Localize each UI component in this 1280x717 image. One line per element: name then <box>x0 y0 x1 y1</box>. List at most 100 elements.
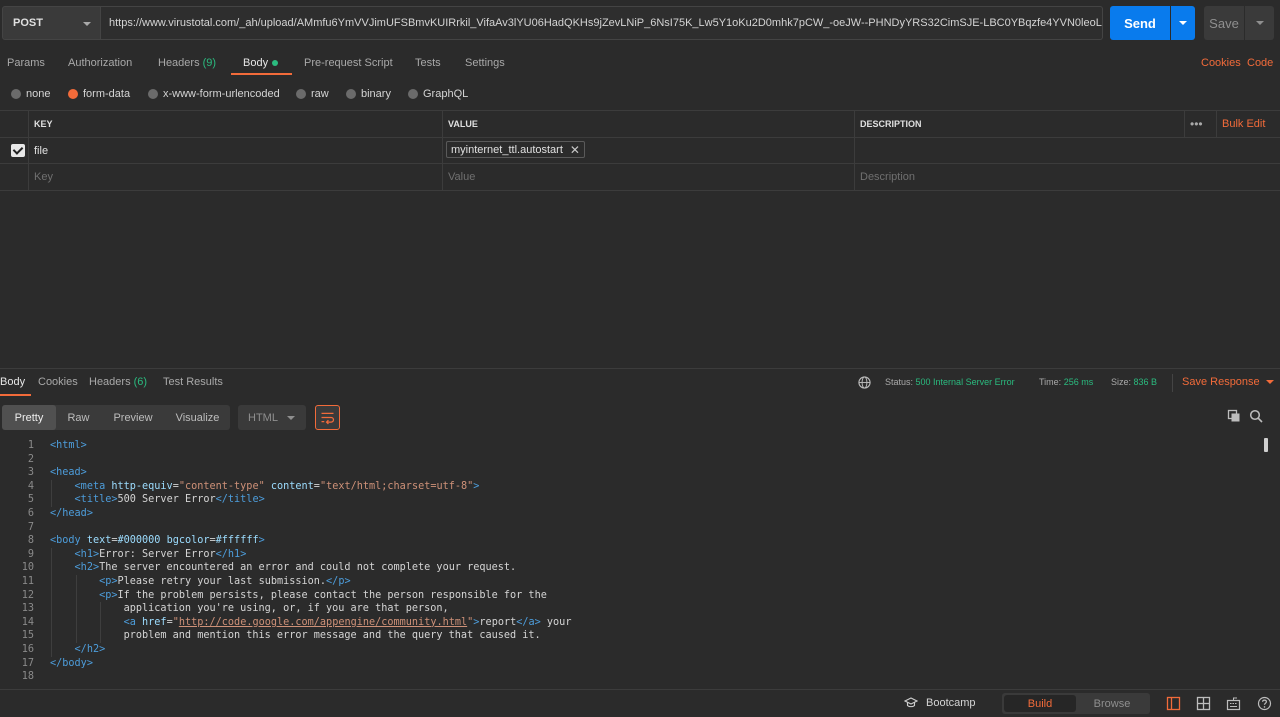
send-button[interactable]: Send <box>1110 6 1170 40</box>
line-number: 4 <box>27 480 34 492</box>
radio-binary-label: binary <box>361 88 391 100</box>
radio-icon <box>11 89 21 99</box>
column-description-header: DESCRIPTION <box>854 111 1184 137</box>
method-label: POST <box>13 17 43 29</box>
tab-headers-label: Headers <box>158 57 200 69</box>
code-text: application you're using, or, if you are… <box>50 603 449 615</box>
radio-graphql[interactable]: GraphQL <box>408 87 468 101</box>
response-tab-body[interactable]: Body <box>0 376 25 390</box>
status-value: 500 Internal Server Error <box>915 377 1015 387</box>
language-label: HTML <box>248 411 278 424</box>
code-text: </body> <box>50 657 93 669</box>
method-select[interactable]: POST <box>2 6 101 40</box>
line-number: 12 <box>21 589 34 601</box>
radio-icon <box>346 89 356 99</box>
body-modified-dot-icon <box>272 60 279 67</box>
code-text: <title>500 Server Error</title> <box>74 494 265 506</box>
bootcamp-icon <box>904 697 918 708</box>
language-select[interactable]: HTML <box>238 405 306 430</box>
send-options-chevron-icon[interactable] <box>1171 6 1195 40</box>
remove-file-icon[interactable]: ✕ <box>570 143 580 157</box>
time-value: 256 ms <box>1063 377 1094 387</box>
tab-headers[interactable]: Headers (9) <box>158 56 216 76</box>
scrollbar[interactable] <box>1264 438 1268 452</box>
code-text: <h1>Error: Server Error</h1> <box>74 548 247 560</box>
key-placeholder[interactable]: Key <box>28 164 442 190</box>
two-pane-icon[interactable] <box>1166 696 1181 711</box>
tab-tests[interactable]: Tests <box>415 56 441 76</box>
line-number: 10 <box>21 562 34 574</box>
code-text: problem and mention this error message a… <box>50 630 541 642</box>
radio-none[interactable]: none <box>11 87 50 101</box>
code-link[interactable]: Code <box>1247 56 1273 76</box>
column-key-header: KEY <box>28 111 442 137</box>
code-text: <p>If the problem persists, please conta… <box>99 589 547 601</box>
response-code-view[interactable]: 1 <html> 2 3 <head> 4 <meta http-equiv="conte… <box>0 437 1262 687</box>
chevron-down-icon <box>83 22 91 26</box>
line-number: 16 <box>21 644 34 655</box>
radio-form-data-label: form-data <box>83 88 131 100</box>
response-tab-headers[interactable]: Headers (6) <box>89 376 147 390</box>
file-name: myinternet_ttl.autostart <box>451 143 563 156</box>
indent-guide <box>51 479 52 507</box>
chevron-down-icon <box>1265 380 1274 385</box>
active-response-tab-underline <box>0 394 31 396</box>
tab-settings[interactable]: Settings <box>465 56 505 76</box>
cookies-link[interactable]: Cookies <box>1201 56 1241 76</box>
value-placeholder[interactable]: Value <box>442 164 854 190</box>
browse-mode-button[interactable]: Browse <box>1076 695 1148 712</box>
description-cell[interactable] <box>854 138 1280 163</box>
tab-pre-request-script[interactable]: Pre-request Script <box>304 56 393 76</box>
code-text: </h2> <box>74 644 106 655</box>
code-text: <p>Please retry your last submission.</p… <box>99 576 351 587</box>
view-visualize-button[interactable]: Visualize <box>165 405 230 430</box>
wrap-lines-icon[interactable] <box>315 405 340 430</box>
three-pane-icon[interactable] <box>1196 696 1211 711</box>
build-mode-button[interactable]: Build <box>1004 695 1076 712</box>
key-cell[interactable]: file <box>28 138 442 163</box>
radio-binary[interactable]: binary <box>346 87 391 101</box>
response-tab-test-results[interactable]: Test Results <box>163 376 223 390</box>
bootcamp-button[interactable]: Bootcamp <box>904 697 976 709</box>
time-readout: Time: 256 ms <box>1039 377 1093 387</box>
status-label: Status: <box>885 377 914 387</box>
radio-graphql-label: GraphQL <box>423 88 469 100</box>
radio-raw[interactable]: raw <box>296 87 329 101</box>
description-placeholder[interactable]: Description <box>854 164 1280 190</box>
view-raw-button[interactable]: Raw <box>56 405 101 430</box>
tab-authorization[interactable]: Authorization <box>68 56 132 76</box>
help-icon[interactable] <box>1257 696 1272 711</box>
save-options-chevron-icon[interactable] <box>1245 6 1274 40</box>
time-label: Time: <box>1039 377 1062 387</box>
line-number: 14 <box>21 616 34 628</box>
tab-params[interactable]: Params <box>7 56 45 76</box>
file-chip: myinternet_ttl.autostart ✕ <box>446 141 585 158</box>
size-readout: Size: 836 B <box>1111 377 1157 387</box>
line-number: 7 <box>27 521 34 533</box>
globe-icon[interactable] <box>858 376 871 389</box>
keyboard-icon[interactable] <box>1226 696 1241 711</box>
indent-guide <box>100 602 102 643</box>
radio-form-data[interactable]: form-data <box>68 87 130 101</box>
url-input[interactable]: https://www.virustotal.com/_ah/upload/AM… <box>101 6 1103 40</box>
code-text: <a href="http://code.google.com/appengin… <box>123 616 572 628</box>
view-pretty-button[interactable]: Pretty <box>2 405 56 430</box>
save-response-label: Save Response <box>1182 376 1260 388</box>
active-tab-underline <box>231 73 292 75</box>
copy-icon[interactable] <box>1227 409 1241 423</box>
separator <box>1172 374 1173 392</box>
status-readout: Status: 500 Internal Server Error <box>885 377 1015 387</box>
line-number: 8 <box>27 535 34 547</box>
radio-urlencoded[interactable]: x-www-form-urlencoded <box>148 87 280 101</box>
view-preview-button[interactable]: Preview <box>101 405 165 430</box>
checkbox-checked-icon[interactable] <box>11 144 25 157</box>
line-number: 1 <box>27 440 34 451</box>
bulk-edit-link[interactable]: Bulk Edit <box>1216 111 1280 137</box>
save-button[interactable]: Save <box>1204 6 1244 40</box>
pane-divider[interactable] <box>0 368 1280 369</box>
search-icon[interactable] <box>1249 409 1263 423</box>
code-text: <meta http-equiv="content-type" content=… <box>74 480 480 492</box>
save-response-button[interactable]: Save Response <box>1182 376 1274 388</box>
more-options-icon[interactable]: ••• <box>1184 111 1216 137</box>
response-tab-cookies[interactable]: Cookies <box>38 376 78 390</box>
